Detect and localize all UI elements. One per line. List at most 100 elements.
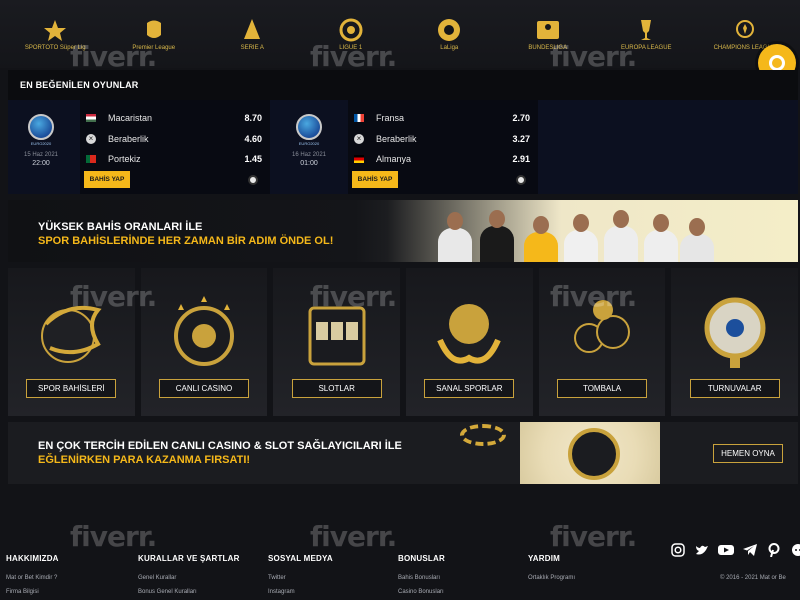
odd-row-home[interactable]: Macaristan 8.70 [86, 111, 262, 125]
youtube-icon[interactable] [718, 543, 734, 557]
football-icon [248, 175, 258, 185]
tile-label: SANAL SPORLAR [424, 379, 515, 398]
odd-value: 2.91 [512, 154, 530, 164]
hungary-flag-icon [86, 114, 96, 122]
reddit-icon[interactable] [790, 543, 800, 557]
odds-panel: Macaristan 8.70 × Beraberlik 4.60 Portek… [80, 100, 270, 194]
league-premier[interactable]: Premier League [114, 17, 194, 51]
play-now-button[interactable]: HEMEN OYNA [713, 444, 783, 463]
footer-column-rules: KURALLAR VE ŞARTLAR Genel Kurallar Bonus… [138, 554, 240, 600]
copyright-text: © 2016 - 2021 Mat or Be [720, 575, 786, 581]
match-info: EURO2020 16 Haz 2021 01:00 [276, 100, 342, 194]
team-name: Almanya [376, 154, 412, 164]
slot-machine-icon [308, 306, 366, 366]
laliga-icon [436, 17, 462, 43]
league-name: LaLiga [440, 45, 459, 51]
euro2020-icon [296, 114, 322, 140]
banner-subheadline: EĞLENİRKEN PARA KAZANMA FIRSATI! [38, 454, 251, 466]
odd-value: 3.27 [512, 134, 530, 144]
prize-wheel-icon [704, 297, 766, 368]
players-image [428, 200, 718, 262]
footer-link[interactable]: Bonus Genel Kuralları [138, 589, 240, 595]
footer-link[interactable]: Instagram [268, 589, 333, 595]
roulette-wheel-icon [568, 428, 620, 480]
match-date: 16 Haz 2021 [291, 152, 327, 158]
league-bundesliga[interactable]: BUNDESLIGA [508, 17, 588, 51]
tile-sports-betting[interactable]: SPOR BAHİSLERİ [8, 268, 135, 416]
footer-link[interactable]: Casino Bonusları [398, 589, 445, 595]
telegram-icon[interactable] [742, 543, 758, 557]
tile-bingo[interactable]: TOMBALA [538, 268, 666, 416]
footer-column-help: YARDIM Ortaklık Programı [528, 554, 575, 589]
banner-headline: YÜKSEK BAHİS ORANLARI İLE [38, 221, 203, 233]
competition-name: EURO2020 [30, 141, 52, 146]
draw-icon: × [354, 134, 364, 144]
tile-tournaments[interactable]: TURNUVALAR [671, 268, 799, 416]
match-strip: EURO2020 15 Haz 2021 22:00 Macaristan 8.… [8, 100, 798, 194]
odd-row-draw[interactable]: × Beraberlik 3.27 [354, 132, 530, 146]
league-name: SERIE A [240, 45, 264, 51]
footer-heading: BONUSLAR [398, 554, 445, 563]
footer-link[interactable]: Genel Kurallar [138, 575, 240, 581]
portugal-flag-icon [86, 155, 96, 163]
footer-column-bonuses: BONUSLAR Bahis Bonusları Casino Bonuslar… [398, 554, 445, 600]
promo-banner-casino[interactable]: EN ÇOK TERCİH EDİLEN CANLI CASINO & SLOT… [8, 422, 798, 484]
footer-column-about: HAKKIMIZDA Mat or Bet Kimdir ? Firma Bil… [6, 554, 59, 600]
draw-icon: × [86, 134, 96, 144]
serie-a-icon [239, 17, 265, 43]
footer: HAKKIMIZDA Mat or Bet Kimdir ? Firma Bil… [0, 538, 800, 600]
germany-flag-icon [354, 155, 364, 163]
pinterest-icon[interactable] [766, 543, 782, 557]
league-sportoto[interactable]: SPORTOTO Süper Lig [15, 17, 95, 51]
odd-row-away[interactable]: Almanya 2.91 [354, 152, 530, 166]
footer-column-social: SOSYAL MEDYA Twitter Instagram [268, 554, 333, 600]
tile-label: CANLI CASINO [159, 379, 249, 398]
odd-row-away[interactable]: Portekiz 1.45 [86, 152, 262, 166]
odd-value: 1.45 [244, 154, 262, 164]
team-name: Portekiz [108, 154, 141, 164]
banner-headline: EN ÇOK TERCİH EDİLEN CANLI CASINO & SLOT… [38, 440, 402, 452]
team-name: Beraberlik [376, 134, 417, 144]
league-laliga[interactable]: LaLiga [409, 17, 489, 51]
footer-link[interactable]: Ortaklık Programı [528, 575, 575, 581]
footer-link[interactable]: Bahis Bonusları [398, 575, 445, 581]
match-date: 15 Haz 2021 [23, 152, 59, 158]
banner-subheadline: SPOR BAHİSLERİNDE HER ZAMAN BİR ADIM ÖND… [38, 235, 334, 247]
social-icons [670, 543, 800, 557]
league-name: SPORTOTO Süper Lig [24, 45, 86, 51]
tile-label: SLOTLAR [291, 379, 382, 398]
team-name: Beraberlik [108, 134, 149, 144]
euro2020-icon [28, 114, 54, 140]
tile-live-casino[interactable]: CANLI CASINO [140, 268, 268, 416]
competition-name: EURO2020 [298, 141, 320, 146]
football-icon [516, 175, 526, 185]
league-europa[interactable]: EUROPA LEAGUE [606, 17, 686, 51]
league-ligue1[interactable]: LIGUE 1 [311, 17, 391, 51]
instagram-icon[interactable] [670, 543, 686, 557]
promo-banner-sports[interactable]: YÜKSEK BAHİS ORANLARI İLE SPOR BAHİSLERİ… [8, 200, 798, 262]
bet-button[interactable]: BAHİS YAP [352, 171, 398, 188]
roulette-image [520, 422, 660, 484]
tile-label: TOMBALA [557, 379, 648, 398]
europa-league-icon [633, 17, 659, 43]
footer-heading: HAKKIMIZDA [6, 554, 59, 563]
odd-row-home[interactable]: Fransa 2.70 [354, 111, 530, 125]
tile-slots[interactable]: SLOTLAR [273, 268, 401, 416]
footer-link[interactable]: Firma Bilgisi [6, 589, 59, 595]
odds-panel: Fransa 2.70 × Beraberlik 3.27 Almanya 2.… [348, 100, 538, 194]
roulette-icon [174, 296, 234, 366]
odd-row-draw[interactable]: × Beraberlik 4.60 [86, 132, 262, 146]
team-name: Macaristan [108, 113, 153, 123]
footer-link[interactable]: Twitter [268, 575, 333, 581]
footer-link[interactable]: Mat or Bet Kimdir ? [6, 575, 59, 581]
bet-button[interactable]: BAHİS YAP [84, 171, 130, 188]
twitter-icon[interactable] [694, 543, 710, 557]
footer-heading: SOSYAL MEDYA [268, 554, 333, 563]
league-seriea[interactable]: SERIE A [212, 17, 292, 51]
match-info: EURO2020 15 Haz 2021 22:00 [8, 100, 74, 194]
tile-virtual-sports[interactable]: SANAL SPORLAR [406, 268, 533, 416]
odd-value: 4.60 [244, 134, 262, 144]
chat-icon [769, 55, 785, 71]
team-name: Fransa [376, 113, 405, 123]
footer-heading: KURALLAR VE ŞARTLAR [138, 554, 240, 563]
